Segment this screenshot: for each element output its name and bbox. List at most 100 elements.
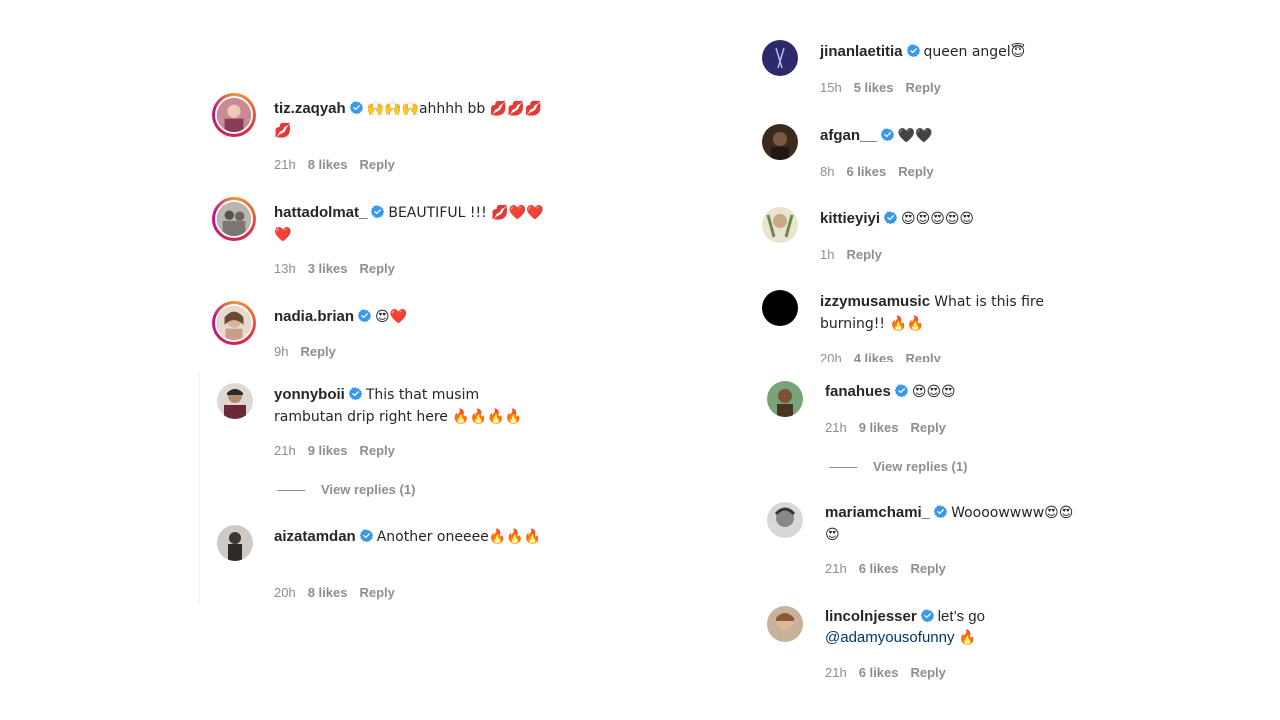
comment-text: 😍❤️ — [375, 309, 408, 325]
comment-meta: 20h 4 likes Reply — [820, 351, 953, 362]
verified-badge-icon — [358, 309, 371, 322]
avatar[interactable] — [762, 207, 798, 243]
reply-button[interactable]: Reply — [910, 561, 945, 576]
reply-button[interactable]: Reply — [359, 585, 394, 600]
likes-count[interactable]: 5 likes — [854, 80, 894, 95]
timestamp: 21h — [825, 420, 847, 435]
timestamp: 21h — [274, 157, 296, 172]
likes-count[interactable]: 6 likes — [846, 164, 886, 179]
username[interactable]: hattadolmat_ — [274, 204, 367, 221]
avatar[interactable] — [212, 93, 256, 137]
comment-meta: 20h 8 likes Reply — [274, 585, 407, 600]
username[interactable]: jinanlaetitia — [820, 43, 903, 60]
comment-text: queen angel😇 — [923, 44, 1026, 60]
avatar[interactable] — [762, 124, 798, 160]
right-bottom-comment-panel: fanahues 😍😍😍 21h 9 likes Reply View replies… — [767, 362, 1087, 720]
likes-count[interactable]: 4 likes — [854, 351, 894, 362]
username[interactable]: nadia.brian — [274, 308, 354, 325]
username[interactable]: lincolnjesser — [825, 608, 917, 625]
view-replies-line — [829, 467, 857, 469]
comment-meta: 21h 6 likes Reply — [825, 665, 958, 680]
thread-divider — [199, 372, 200, 604]
username[interactable]: izzymusamusic — [820, 293, 930, 310]
avatar[interactable] — [762, 40, 798, 76]
avatar[interactable] — [217, 525, 253, 561]
right-top-comment-panel: jinanlaetitia queen angel😇 15h 5 likes Repl… — [760, 0, 1080, 362]
username[interactable]: aizatamdan — [274, 528, 356, 545]
username[interactable]: tiz.zaqyah — [274, 100, 346, 117]
verified-badge-icon — [371, 205, 384, 218]
comment-body: fanahues 😍😍😍 — [825, 381, 1085, 403]
verified-badge-icon — [360, 529, 373, 542]
verified-badge-icon — [934, 505, 947, 518]
comment-meta: 21h 9 likes Reply — [825, 420, 958, 435]
reply-button[interactable]: Reply — [905, 80, 940, 95]
likes-count[interactable]: 8 likes — [308, 157, 348, 172]
username[interactable]: mariamchami_ — [825, 504, 930, 521]
verified-badge-icon — [881, 128, 894, 141]
reply-button[interactable]: Reply — [846, 247, 881, 262]
verified-badge-icon — [349, 387, 362, 400]
likes-count[interactable]: 9 likes — [308, 443, 348, 458]
comment-text: 🖤🖤 — [897, 128, 933, 144]
view-replies-label: View replies (1) — [873, 459, 968, 474]
reply-button[interactable]: Reply — [898, 164, 933, 179]
username[interactable]: kittieyiyi — [820, 210, 880, 227]
reply-button[interactable]: Reply — [910, 420, 945, 435]
comment-meta: 9h Reply — [274, 344, 348, 359]
comment-text: let’s go — [937, 608, 985, 625]
view-replies-button[interactable]: View replies (1) — [277, 482, 415, 497]
comment-body: jinanlaetitia queen angel😇 — [820, 41, 1080, 63]
reply-button[interactable]: Reply — [359, 261, 394, 276]
likes-count[interactable]: 8 likes — [308, 585, 348, 600]
comment-body: tiz.zaqyah 🙌🙌🙌ahhhh bb 💋💋💋💋 — [274, 98, 544, 142]
avatar[interactable] — [767, 381, 803, 417]
comment-body: yonnyboii This that musim rambutan drip r… — [274, 384, 544, 428]
mention-link[interactable]: @adamyousofunny — [825, 629, 954, 646]
comment-body: kittieyiyi 😍😍😍😍😍 — [820, 208, 1080, 230]
view-replies-label: View replies (1) — [321, 482, 416, 497]
comment-text: Another oneeee🔥🔥🔥 — [376, 529, 542, 545]
username[interactable]: yonnyboii — [274, 386, 345, 403]
comment-body: afgan__ 🖤🖤 — [820, 125, 1080, 147]
view-replies-line — [277, 490, 305, 492]
comment-meta: 21h 9 likes Reply — [274, 443, 407, 458]
verified-badge-icon — [895, 384, 908, 397]
username[interactable]: fanahues — [825, 383, 891, 400]
avatar[interactable] — [212, 197, 256, 241]
comment-text: 😍😍😍 — [911, 384, 956, 400]
timestamp: 8h — [820, 164, 835, 179]
comment-body: lincolnjesser let’s go @adamyousofunny 🔥 — [825, 606, 1085, 649]
avatar[interactable] — [212, 301, 256, 345]
likes-count[interactable]: 6 likes — [859, 665, 899, 680]
avatar[interactable] — [217, 383, 253, 419]
timestamp: 21h — [825, 561, 847, 576]
comment-body: mariamchami_ Woooowwww😍😍😍 — [825, 502, 1085, 546]
comment-body: nadia.brian 😍❤️ — [274, 306, 534, 328]
timestamp: 21h — [274, 443, 296, 458]
reply-button[interactable]: Reply — [905, 351, 940, 362]
avatar[interactable] — [767, 502, 803, 538]
reply-button[interactable]: Reply — [300, 344, 335, 359]
verified-badge-icon — [921, 609, 934, 622]
verified-badge-icon — [907, 44, 920, 57]
view-replies-button[interactable]: View replies (1) — [829, 459, 967, 474]
timestamp: 20h — [820, 351, 842, 362]
reply-button[interactable]: Reply — [910, 665, 945, 680]
reply-button[interactable]: Reply — [359, 443, 394, 458]
reply-button[interactable]: Reply — [359, 157, 394, 172]
comment-body: hattadolmat_ BEAUTIFUL !!! 💋❤️❤️❤️ — [274, 202, 544, 246]
verified-badge-icon — [350, 101, 363, 114]
likes-count[interactable]: 9 likes — [859, 420, 899, 435]
comment-meta: 21h 8 likes Reply — [274, 157, 407, 172]
likes-count[interactable]: 6 likes — [859, 561, 899, 576]
comment-body: aizatamdan Another oneeee🔥🔥🔥 — [274, 526, 544, 548]
avatar[interactable] — [767, 606, 803, 642]
likes-count[interactable]: 3 likes — [308, 261, 348, 276]
comment-body: izzymusamusic What is this fire burning!… — [820, 291, 1060, 335]
username[interactable]: afgan__ — [820, 127, 877, 144]
comment-meta: 15h 5 likes Reply — [820, 80, 953, 95]
avatar[interactable] — [762, 290, 798, 326]
comment-text: 😍😍😍😍😍 — [901, 211, 975, 227]
comment-meta: 21h 6 likes Reply — [825, 561, 958, 576]
